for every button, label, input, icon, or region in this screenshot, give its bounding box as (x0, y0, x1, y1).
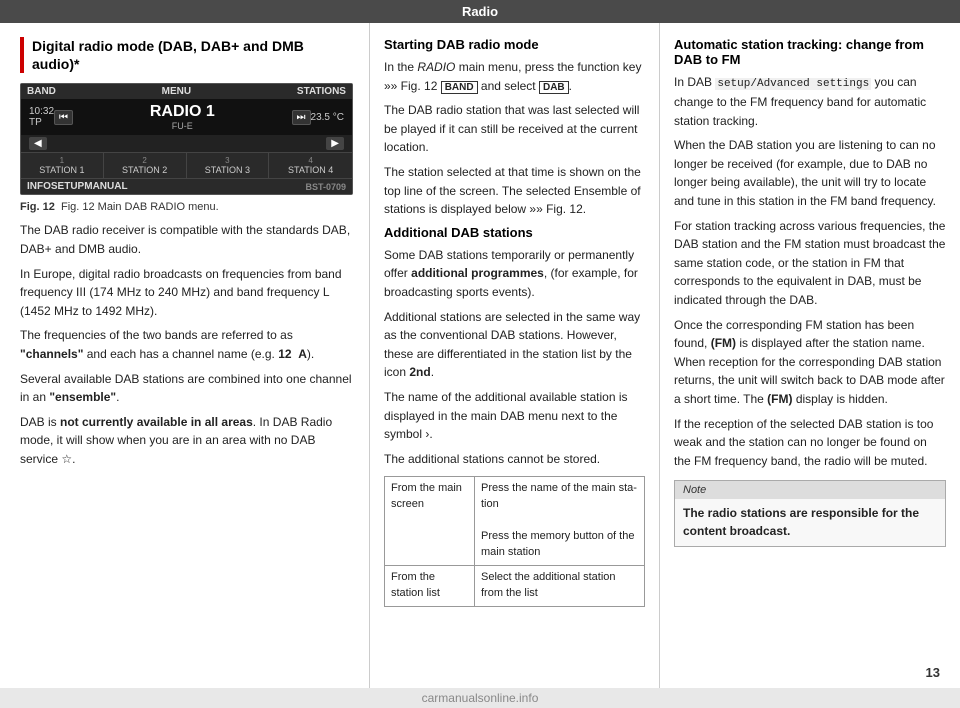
mid-para-5: Additional stations are selected in the … (384, 308, 645, 382)
right-para-2: When the DAB station you are listening t… (674, 136, 946, 210)
station-4[interactable]: 4 STATION 4 (269, 153, 352, 178)
radio-station-name: RADIO 1 (73, 103, 292, 121)
setup-label: SETUP (51, 181, 84, 192)
left-column: Digital radio mode (DAB, DAB+ and DMB au… (0, 23, 370, 688)
right-para-5: If the reception of the selected DAB sta… (674, 415, 946, 471)
dab-code: setup/Advanced settings (715, 78, 871, 90)
right-para-4: Once the corresponding FM station has be… (674, 316, 946, 409)
info-table: From the main screen Press the name of t… (384, 476, 645, 607)
mid-para-4: Some DAB stations temporarily or perma­n… (384, 246, 645, 302)
radio-station-sub: FU-E (73, 121, 292, 131)
code-label: BST-0709 (305, 182, 346, 192)
mid-heading-2: Additional DAB stations (384, 225, 645, 240)
station-3[interactable]: 3 STATION 3 (187, 153, 270, 178)
page-number: 13 (926, 665, 940, 680)
note-body: The radio stations are responsible for t… (675, 499, 945, 546)
next-button[interactable]: ⏭ (292, 110, 311, 125)
nav-left[interactable]: ◀ (29, 137, 47, 150)
table-cell-1-1: From the main screen (385, 477, 475, 566)
menu-label: MENU (162, 86, 191, 97)
left-text-block: The DAB radio receiver is compatible wit… (20, 221, 353, 468)
radio-ui-mockup: BAND MENU STATIONS 10:32 TP ⏮ RADIO 1 FU… (20, 83, 353, 195)
right-para-3: For station tracking across various freq… (674, 217, 946, 310)
section-title: Digital radio mode (DAB, DAB+ and DMB au… (20, 37, 353, 73)
band-label: BAND (27, 86, 56, 97)
table-row-1: From the main screen Press the name of t… (385, 477, 645, 566)
left-para-2: In Europe, digital radio broadcasts on f… (20, 265, 353, 321)
mid-para-7: The additional stations cannot be stored… (384, 450, 645, 469)
station-1[interactable]: 1 STATION 1 (21, 153, 104, 178)
right-heading-1: Automatic station tracking: change from … (674, 37, 946, 67)
mid-column: Starting DAB radio mode In the RADIO mai… (370, 23, 660, 688)
mid-para-1: In the RADIO main menu, press the functi… (384, 58, 645, 95)
right-column: Automatic station tracking: change from … (660, 23, 960, 688)
left-para-3: The frequencies of the two bands are ref… (20, 326, 353, 363)
mid-para-6: The name of the additional available sta… (384, 388, 645, 444)
watermark: carmanualsonline.info (0, 688, 960, 708)
table-cell-1-2: Press the name of the main sta­tion Pres… (475, 477, 645, 566)
info-label: INFO (27, 181, 51, 192)
left-para-1: The DAB radio receiver is compatible wit… (20, 221, 353, 258)
radio-tp: TP (29, 117, 42, 128)
table-row-2: From the station list Select the additio… (385, 565, 645, 606)
header-bar: Radio (0, 0, 960, 23)
table-cell-2-2: Select the additional station from the l… (475, 565, 645, 606)
radio-time: 10:32 (29, 106, 54, 117)
manual-label: MANUAL (84, 181, 127, 192)
stations-row: 1 STATION 1 2 STATION 2 3 STATION 3 4 ST… (21, 152, 352, 178)
right-para-1: In DAB setup/Advanced settings you can c… (674, 73, 946, 130)
stations-label: STATIONS (297, 86, 346, 97)
mid-para-2: The DAB radio station that was last sele… (384, 101, 645, 157)
radio-temp: 23.5 °C (311, 112, 344, 123)
left-para-5: DAB is not currently available in all ar… (20, 413, 353, 469)
prev-button[interactable]: ⏮ (54, 110, 73, 125)
fig-caption: Fig. 12 Fig. 12 Main DAB RADIO menu. (20, 201, 353, 213)
mid-para-3: The station selected at that time is sho… (384, 163, 645, 219)
header-title: Radio (462, 4, 498, 19)
left-para-4: Several available DAB stations are combi… (20, 370, 353, 407)
station-2[interactable]: 2 STATION 2 (104, 153, 187, 178)
table-cell-2-1: From the station list (385, 565, 475, 606)
mid-heading-1: Starting DAB radio mode (384, 37, 645, 52)
note-header: Note (675, 481, 945, 499)
nav-right[interactable]: ▶ (326, 137, 344, 150)
note-box: Note The radio stations are responsible … (674, 480, 946, 547)
